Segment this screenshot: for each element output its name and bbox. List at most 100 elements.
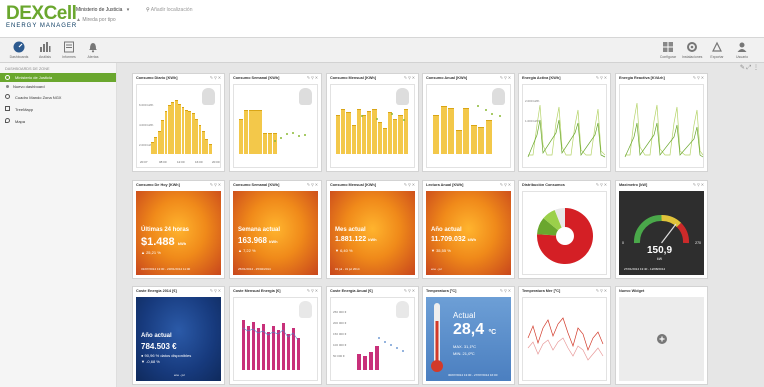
location-link[interactable]: ⚲ Añadir localización xyxy=(146,7,193,13)
sidebar-item-cuadro[interactable]: Cuadro Mando Zona NGX xyxy=(0,92,116,104)
more-icon[interactable]: ⋮ xyxy=(753,65,759,71)
edit-icon[interactable]: ✎ xyxy=(740,65,745,71)
widget-header: Distribución Consumos ✎ ⚲ ✕ xyxy=(519,181,610,190)
bulb-icon xyxy=(492,88,505,105)
widget-coste-mensual[interactable]: Coste Mensual Energía [€] ✎ ⚲ ✕ xyxy=(229,286,322,385)
widget-controls[interactable]: ✎ ⚲ ✕ xyxy=(596,74,607,83)
widget-header: Consumo Anual [KWh] ✎ ⚲ ✕ xyxy=(423,74,514,83)
app-logo[interactable]: DEXCell ENERGY MANAGER xyxy=(6,4,77,30)
chart-bar xyxy=(351,125,356,154)
widget-nuevo[interactable]: Nuevo Widget xyxy=(615,286,708,385)
widget-consumo-mensual[interactable]: Consumo Mensual [KWh] ✎ ⚲ ✕ xyxy=(326,73,419,172)
widget-controls[interactable]: ✎ ⚲ ✕ xyxy=(693,74,704,83)
alerts-button[interactable]: Alertas xyxy=(83,41,103,59)
widget-header: Temperatura [ºC] ✎ ⚲ ✕ xyxy=(423,287,514,296)
widget-consumo-anual[interactable]: Consumo Anual [KWh] ✎ ⚲ ✕ xyxy=(422,73,515,172)
widget-temperatura-mer[interactable]: Temperatura Mer [ºC] ✎ ⚲ ✕ xyxy=(518,286,611,385)
sidebar-item-mapa[interactable]: Mapa xyxy=(0,116,116,128)
widget-controls[interactable]: ✎ ⚲ ✕ xyxy=(596,181,607,190)
widget-coste-anual[interactable]: Coste Energía Anual [€] ✎ ⚲ ✕ 250 000 € 2… xyxy=(326,286,419,385)
kpi-value: 11.709.032 kWh xyxy=(431,236,477,243)
widget-controls[interactable]: ✎ ⚲ ✕ xyxy=(210,74,221,83)
panel-link[interactable]: ▲ Mireda por tipo xyxy=(76,17,116,23)
kpi-change: ▲ 25,21 % xyxy=(141,250,161,255)
widget-energia-activa[interactable]: Energía Activa [KWh] ✎ ⚲ ✕ 2.000 kWh 1.00… xyxy=(518,73,611,172)
widget-maximetro[interactable]: Maximetro [kW] ✎ ⚲ ✕ 0 270 150,9 kW 27/01… xyxy=(615,180,708,279)
sidebar-item-treemapp[interactable]: TreeMapp xyxy=(0,104,116,116)
widget-temperatura[interactable]: Temperatura [ºC] ✎ ⚲ ✕ Actual 28,4 ºC MAX… xyxy=(422,286,515,385)
kpi-change: ▼ 35,55 % xyxy=(431,248,451,253)
widget-body: Año actual 11.709.032 kWh ▼ 35,55 % ene … xyxy=(426,191,511,275)
chart-point xyxy=(477,105,479,107)
temperature-chart xyxy=(522,297,607,381)
widget-controls[interactable]: ✎ ⚲ ✕ xyxy=(307,181,318,190)
widget-title: Coste Energía 2014 [€] xyxy=(136,289,177,293)
widget-controls[interactable]: ✎ ⚲ ✕ xyxy=(210,181,221,190)
analysis-button[interactable]: Análisis xyxy=(35,41,55,59)
gauge-max: 270 xyxy=(695,241,701,245)
user-button[interactable]: Usuario xyxy=(732,41,752,59)
chart-bar xyxy=(161,120,164,154)
add-widget-area[interactable] xyxy=(619,297,704,381)
x-tick-label: 20:07 xyxy=(140,160,148,164)
widget-consumo-semanal[interactable]: Consumo Semanal [KWh] ✎ ⚲ ✕ xyxy=(229,73,322,172)
chart-bar xyxy=(243,109,248,154)
temp-min: MIN. 21,0ºC xyxy=(453,351,475,356)
widget-controls[interactable]: ✎ ⚲ ✕ xyxy=(210,287,221,296)
location-label: Añadir localización xyxy=(150,7,193,13)
widget-title: Nuevo Widget xyxy=(619,289,645,293)
sidebar-item-ministerio[interactable]: Ministerio de Justicia xyxy=(0,73,116,82)
chart-point xyxy=(292,132,294,134)
chart-bar xyxy=(470,125,477,154)
widget-consumo-diario[interactable]: Consumo Diario [KWh] ✎ ⚲ ✕ 6.000 kWh 4.00… xyxy=(132,73,225,172)
widget-mensual-kpi[interactable]: Consumo Mensual [KWh] ✎ ⚲ ✕ Mes actual 1.… xyxy=(326,180,419,279)
widget-controls[interactable]: ✎ ⚲ ✕ xyxy=(500,74,511,83)
ministry-selector[interactable]: Ministerio de Justicia ▾ xyxy=(76,7,129,13)
flag-icon: ▲ xyxy=(76,17,81,23)
widget-body: 250 000 € 200 000 € 150 000 € 100 000 € … xyxy=(330,297,415,381)
widget-controls[interactable]: ✎ ⚲ ✕ xyxy=(307,287,318,296)
widget-controls[interactable]: ✎ ⚲ ✕ xyxy=(307,74,318,83)
widget-title: Consumo Mensual [KWh] xyxy=(330,183,376,187)
dashboards-button[interactable]: Dashboards xyxy=(9,41,29,59)
reports-button[interactable]: Informes xyxy=(59,41,79,59)
widget-title: Distribución Consumos xyxy=(522,183,565,187)
widget-controls[interactable]: ✎ ⚲ ✕ xyxy=(404,181,415,190)
widget-controls[interactable]: ✎ ⚲ ✕ xyxy=(404,74,415,83)
chart-bar xyxy=(377,121,382,154)
widget-controls[interactable]: ✎ ⚲ ✕ xyxy=(500,181,511,190)
widget-consumo-hoy[interactable]: Consumo De Hoy [KWh] ✎ ⚲ ✕ Últimas 24 hor… xyxy=(132,180,225,279)
chart-bar xyxy=(463,108,469,154)
add-icon[interactable] xyxy=(656,334,667,344)
x-tick-label: 20:00 xyxy=(212,160,220,164)
kpi-period: Semana actual xyxy=(238,227,281,233)
toolbar: Dashboards Análisis Informes Alertas Con… xyxy=(0,38,764,63)
temp-footer: 30/07/2014 13:00 - 27/07/2014 16:00 xyxy=(448,373,498,377)
widget-controls[interactable]: ✎ ⚲ ✕ xyxy=(693,181,704,190)
chart-bar xyxy=(382,128,387,154)
installations-button[interactable]: Instalaciones xyxy=(682,41,702,59)
widget-distribucion[interactable]: Distribución Consumos ✎ ⚲ ✕ xyxy=(518,180,611,279)
widget-energia-reactiva[interactable]: Energía Reactiva [KVArh] ✎ ⚲ ✕ xyxy=(615,73,708,172)
reactive-energy-chart xyxy=(619,84,704,168)
kpi-period: Últimas 24 horas xyxy=(141,227,190,233)
kpi-footer: ene - jul xyxy=(174,373,185,377)
widget-coste-energia[interactable]: Coste Energía 2014 [€] ✎ ⚲ ✕ Año actual 7… xyxy=(132,286,225,385)
expand-icon[interactable]: ⤢ xyxy=(747,65,752,71)
widget-title: Energía Activa [KWh] xyxy=(522,76,561,80)
widget-controls[interactable]: ✎ ⚲ ✕ xyxy=(404,287,415,296)
x-tick-label: 12:00 xyxy=(177,160,185,164)
kpi-tile: Últimas 24 horas $1.488 kWh ▲ 25,21 % 31… xyxy=(136,191,221,275)
kpi-value: 784.503 € xyxy=(141,342,177,351)
sidebar-item-nuevo[interactable]: Nuevo dashboard xyxy=(0,82,116,92)
toolbar-label: Configurar xyxy=(659,55,677,59)
widget-controls[interactable]: ✎ ⚲ ✕ xyxy=(596,287,607,296)
widget-semanal-kpi[interactable]: Consumo Semanal [KWh] ✎ ⚲ ✕ Semana actual… xyxy=(229,180,322,279)
pie-svg xyxy=(537,208,593,264)
chart-bar xyxy=(455,129,462,154)
widget-controls[interactable]: ✎ ⚲ ✕ xyxy=(500,287,511,296)
widget-anual-kpi[interactable]: Lectura Anual [KWh] ✎ ⚲ ✕ Año actual 11.7… xyxy=(422,180,515,279)
gauge-unit: kW xyxy=(657,257,663,261)
configure-button[interactable]: Configurar xyxy=(658,41,678,59)
export-button[interactable]: Exportar xyxy=(707,41,727,59)
